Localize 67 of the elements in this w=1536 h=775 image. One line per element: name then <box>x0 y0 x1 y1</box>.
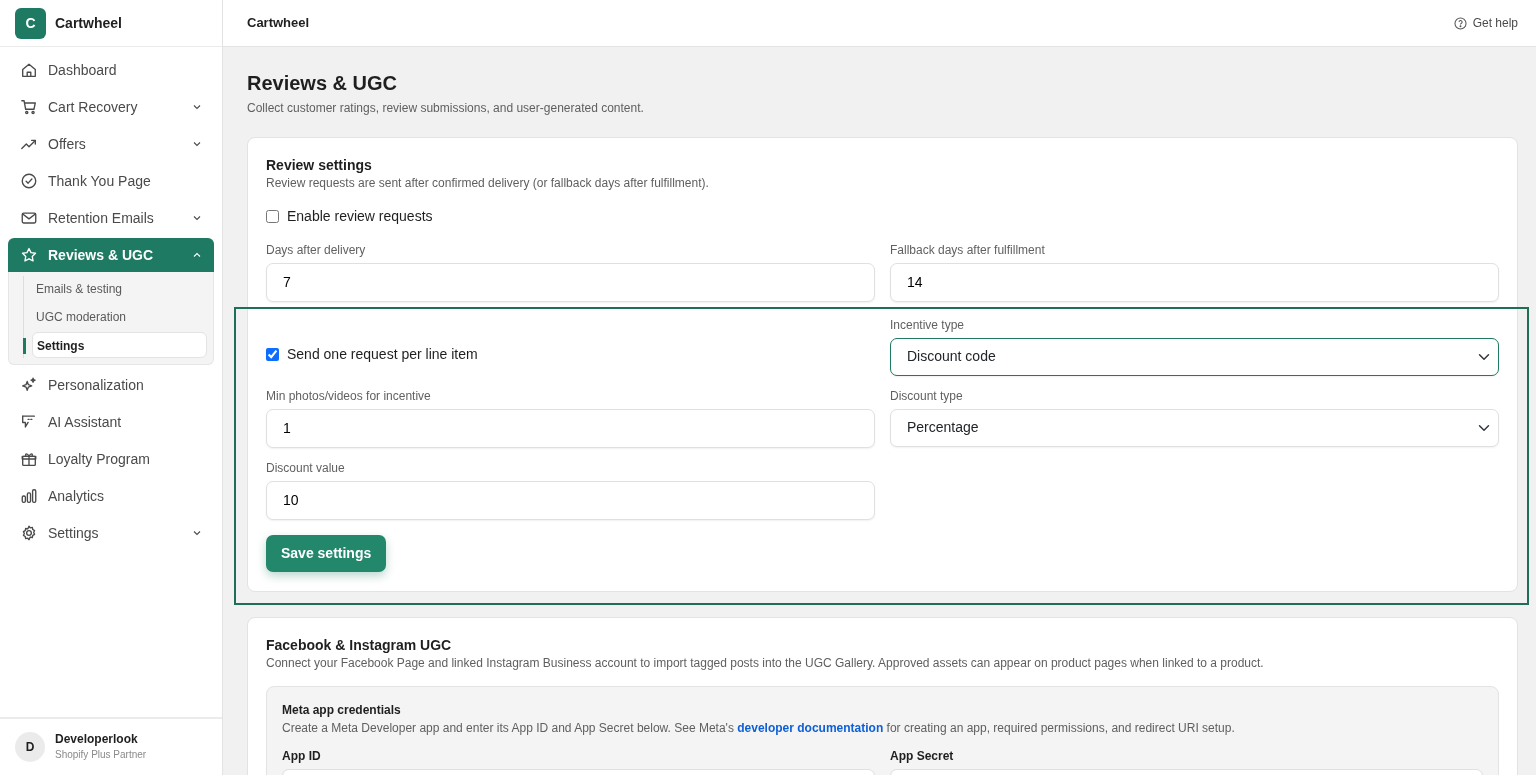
header-title: Cartwheel <box>247 14 310 33</box>
brand-logo: C <box>15 7 46 39</box>
documentation-link[interactable]: developer documentation <box>737 720 884 735</box>
user-name: Developerlook <box>55 732 139 747</box>
select-dropdown[interactable]: Percentage <box>890 408 1499 447</box>
sidebar-item[interactable]: Thank You Page <box>8 164 214 198</box>
checkbox-row[interactable]: Send one request per line item <box>266 343 478 365</box>
field-label: Discount type <box>890 387 964 405</box>
gift-icon <box>20 450 38 468</box>
chevron-down-icon <box>192 139 202 149</box>
card-description: Review requests are sent after confirmed delivery (or fallback days after fulfillment). <box>266 174 710 192</box>
page-subtitle: Collect customer ratings, review submissions, and user-generated content. <box>247 100 645 117</box>
field-label: App Secret <box>890 747 955 765</box>
check-circle-icon <box>20 172 38 190</box>
gear-icon <box>20 524 38 542</box>
input-field[interactable]: 14 <box>890 262 1499 302</box>
bar-chart-icon <box>20 487 38 505</box>
user-avatar: D <box>15 732 45 762</box>
cart-icon <box>20 98 38 116</box>
field-label: App ID <box>282 747 322 765</box>
submenu-item[interactable]: Emails & testing <box>32 276 207 302</box>
chat-icon <box>20 413 38 431</box>
page-title: Reviews & UGC <box>247 71 399 95</box>
field-label: Min photos/videos for incentive <box>266 387 432 405</box>
star-icon <box>20 246 38 264</box>
chevron-up-icon <box>192 250 202 260</box>
user-role: Shopify Plus Partner <box>55 747 147 762</box>
mail-icon <box>20 209 38 227</box>
panel-description: Create a Meta Developer app and enter its App ID and App Secret below. See Meta's developer documentation for creating an app, required permissions, and redirect URI setup. <box>282 719 1236 737</box>
home-icon <box>20 61 38 79</box>
sidebar-item[interactable]: Reviews & UGC <box>8 238 214 272</box>
panel-title: Meta app credentials <box>282 701 402 719</box>
input-field[interactable]: 1 <box>266 408 875 448</box>
sparkle-icon <box>20 376 38 394</box>
brand-name: Cartwheel <box>55 13 122 33</box>
card-title: Review settings <box>266 157 373 174</box>
get-help-link[interactable]: Get help <box>1453 14 1518 32</box>
sidebar-item[interactable]: Retention Emails <box>8 201 214 235</box>
active-indicator <box>23 338 26 354</box>
input-field[interactable]: 7 <box>266 262 875 302</box>
chevron-down-icon <box>192 528 202 538</box>
sidebar-item[interactable]: Offers <box>8 127 214 161</box>
save-settings-button[interactable]: Save settings <box>266 534 387 572</box>
submenu-item[interactable]: UGC moderation <box>32 304 207 330</box>
checkbox[interactable] <box>266 347 279 361</box>
input-field[interactable]: 10 <box>266 480 875 520</box>
sidebar-item[interactable]: Dashboard <box>8 53 214 87</box>
field-label: Incentive type <box>890 316 966 334</box>
field-label: Fallback days after fulfillment <box>890 241 1046 259</box>
sidebar-item[interactable]: Loyalty Program <box>8 442 214 476</box>
chevron-down-icon <box>192 213 202 223</box>
field-label: Days after delivery <box>266 241 367 259</box>
card-title: Facebook & Instagram UGC <box>266 636 453 654</box>
select-dropdown[interactable]: Discount code <box>890 337 1499 376</box>
checkbox-label: Enable review requests <box>287 206 433 226</box>
chevron-down-icon <box>192 102 202 112</box>
checkbox-label: Send one request per line item <box>287 344 478 364</box>
card-description: Connect your Facebook Page and linked Instagram Business account to import tagged posts into the UGC Gallery. Approved assets can appear on product pages when linked to a product. <box>266 654 1265 672</box>
sidebar-item[interactable]: Cart Recovery <box>8 90 214 124</box>
field-label: Discount value <box>266 459 346 477</box>
checkbox[interactable] <box>266 209 279 223</box>
sidebar-item[interactable]: AI Assistant <box>8 405 214 439</box>
sidebar-item[interactable]: Settings <box>8 516 214 550</box>
help-icon <box>1453 16 1467 30</box>
sidebar-item[interactable]: Analytics <box>8 479 214 513</box>
sidebar-item[interactable]: Personalization <box>8 368 214 402</box>
checkbox-row[interactable]: Enable review requests <box>266 205 1499 227</box>
